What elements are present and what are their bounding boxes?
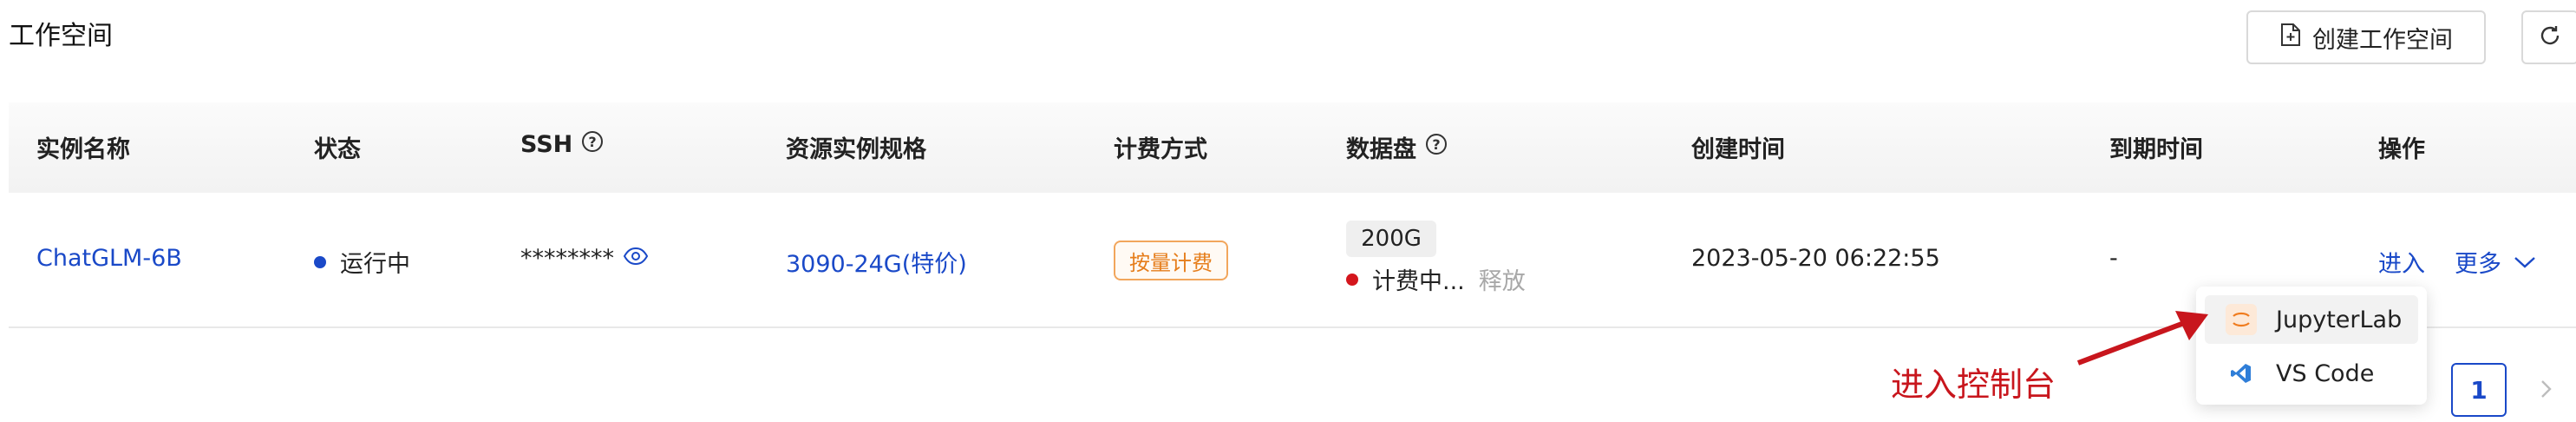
annotation-label: 进入控制台 bbox=[1891, 366, 2056, 404]
created-time: 2023-05-20 06:22:55 bbox=[1691, 245, 1940, 272]
help-icon[interactable]: ? bbox=[1425, 133, 1448, 162]
disk-status-dot bbox=[1346, 273, 1358, 286]
more-dropdown[interactable]: 更多 bbox=[2455, 245, 2536, 279]
pagination-next[interactable] bbox=[2529, 373, 2564, 408]
disk-size-badge: 200G bbox=[1346, 221, 1436, 257]
menu-item-label: VS Code bbox=[2276, 359, 2375, 387]
release-link[interactable]: 释放 bbox=[1479, 262, 1526, 296]
menu-item-vscode[interactable]: VS Code bbox=[2205, 349, 2418, 398]
page-title: 工作空间 bbox=[9, 21, 113, 51]
expire-time: - bbox=[2109, 245, 2118, 272]
menu-item-jupyterlab[interactable]: JupyterLab bbox=[2205, 295, 2418, 344]
chevron-down-icon bbox=[2514, 248, 2536, 275]
help-icon[interactable]: ? bbox=[581, 130, 604, 159]
status-label: 运行中 bbox=[340, 251, 410, 278]
ssh-password-masked: ******** bbox=[520, 245, 614, 272]
refresh-icon bbox=[2537, 23, 2563, 52]
col-header-expire: 到期时间 bbox=[2109, 136, 2203, 163]
disk-status: 计费中... 释放 bbox=[1346, 262, 1526, 296]
ssh-cell: ******** bbox=[520, 245, 649, 272]
menu-item-label: JupyterLab bbox=[2276, 306, 2403, 333]
more-dropdown-menu: JupyterLab VS Code bbox=[2196, 287, 2427, 405]
eye-icon[interactable] bbox=[623, 245, 649, 272]
more-label: 更多 bbox=[2455, 251, 2501, 278]
status-cell: 运行中 bbox=[314, 245, 410, 279]
instance-name-link[interactable]: ChatGLM-6B bbox=[36, 245, 182, 272]
col-header-status: 状态 bbox=[314, 136, 361, 163]
col-header-disk: 数据盘 ? bbox=[1346, 130, 1448, 164]
jupyter-icon bbox=[2226, 304, 2257, 335]
col-header-billing: 计费方式 bbox=[1114, 136, 1207, 163]
status-dot bbox=[314, 255, 326, 268]
disk-status-label: 计费中... bbox=[1372, 268, 1465, 295]
create-workspace-button[interactable]: 创建工作空间 bbox=[2246, 10, 2486, 64]
col-header-ssh: SSH ? bbox=[520, 130, 604, 159]
billing-badge: 按量计费 bbox=[1114, 241, 1228, 280]
create-workspace-label: 创建工作空间 bbox=[2312, 26, 2453, 54]
col-header-actions: 操作 bbox=[2378, 136, 2425, 163]
vscode-icon bbox=[2226, 358, 2257, 389]
refresh-button[interactable] bbox=[2521, 10, 2576, 64]
chevron-right-icon bbox=[2540, 379, 2553, 403]
svg-text:?: ? bbox=[589, 134, 597, 150]
pagination-page-current[interactable]: 1 bbox=[2451, 363, 2507, 417]
col-header-created: 创建时间 bbox=[1691, 136, 1785, 163]
spec-link[interactable]: 3090-24G(特价) bbox=[786, 245, 967, 279]
col-header-name: 实例名称 bbox=[36, 136, 130, 163]
svg-text:?: ? bbox=[1432, 136, 1440, 153]
col-header-spec: 资源实例规格 bbox=[786, 136, 926, 163]
file-plus-icon bbox=[2279, 23, 2302, 53]
enter-link[interactable]: 进入 bbox=[2378, 245, 2425, 279]
annotation-arrow-icon bbox=[2076, 311, 2208, 366]
